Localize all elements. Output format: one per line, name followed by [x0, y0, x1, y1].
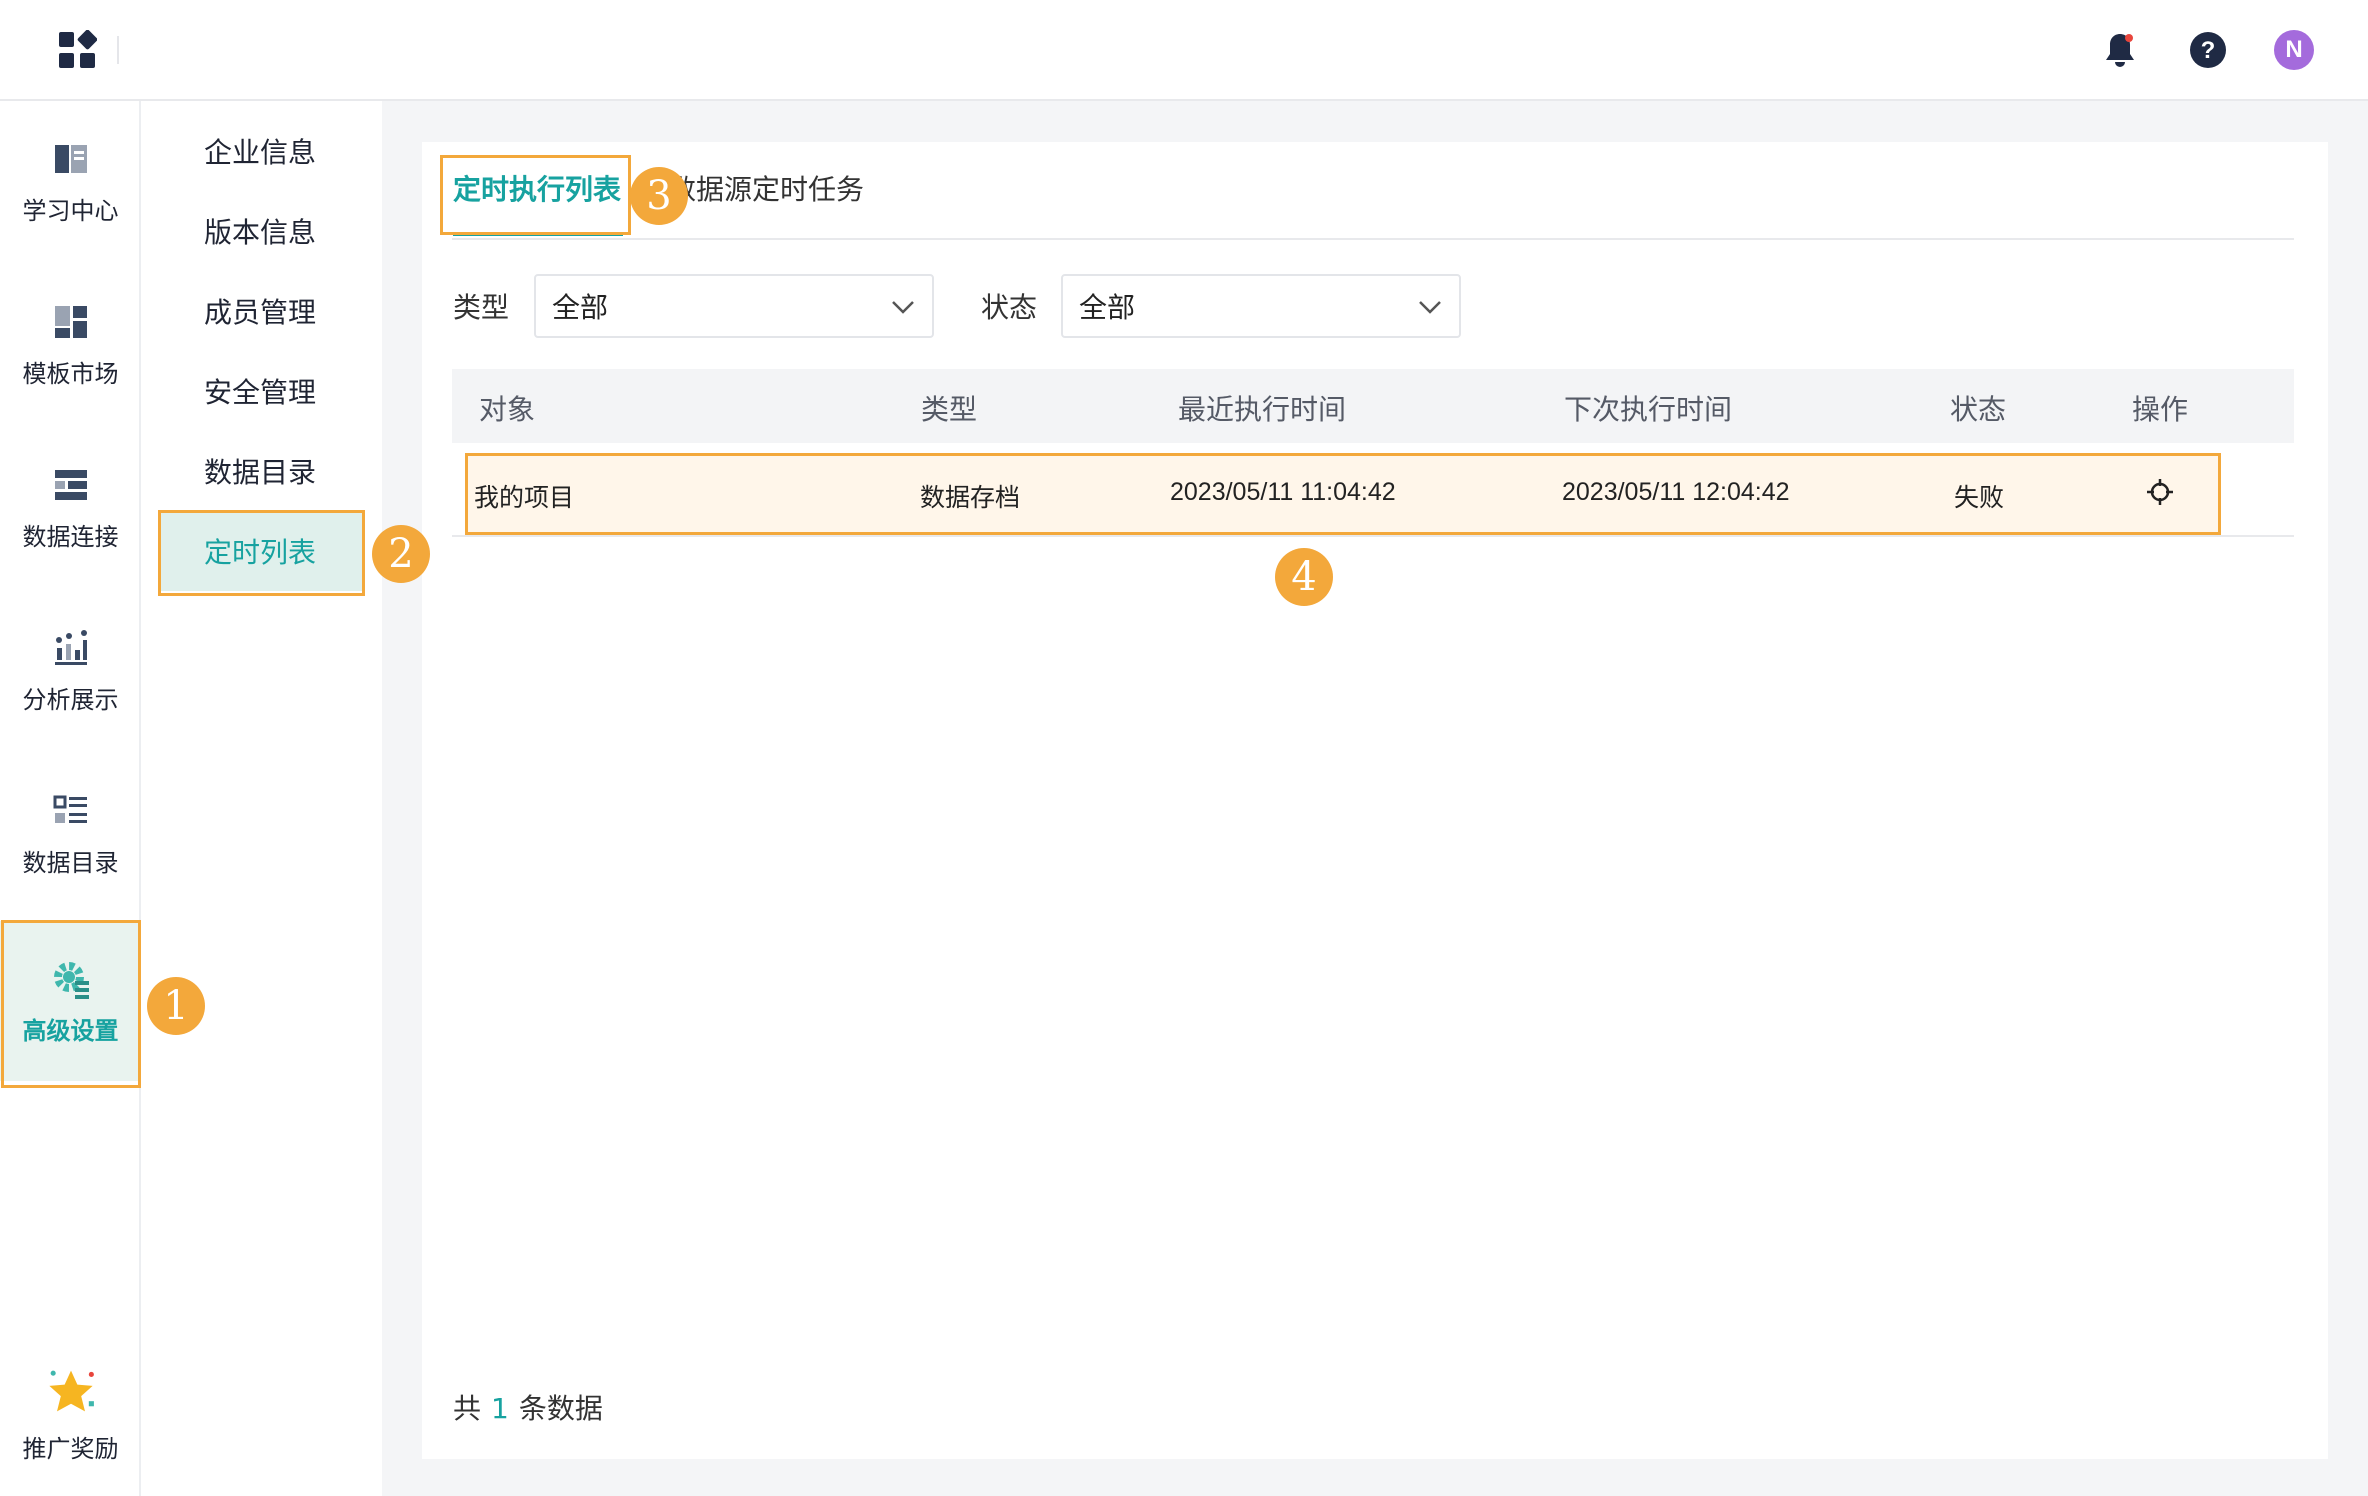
row-object: 我的项目: [474, 484, 575, 512]
column-header-status: 状态: [1950, 393, 2007, 426]
row-divider: [452, 535, 2294, 537]
nav-item-data-connection[interactable]: 数据连接: [0, 427, 141, 587]
question-icon: ?: [2190, 32, 2226, 68]
bell-icon: [2106, 34, 2134, 67]
nav-item-template-market[interactable]: 模板市场: [0, 264, 141, 424]
step-badge-4: 4: [1275, 548, 1333, 606]
nav-item-advanced-settings[interactable]: 高级设置: [0, 921, 141, 1081]
submenu-item-member-management[interactable]: 成员管理: [158, 271, 362, 351]
type-filter-label: 类型: [453, 291, 510, 324]
nav-item-learning-center[interactable]: 学习中心: [0, 101, 141, 261]
book-icon: [54, 144, 87, 173]
left-nav: 学习中心 模板市场 数据连接 分析展示 数据目录 高级设置 推广奖励: [0, 101, 141, 1496]
nav-item-data-catalog[interactable]: 数据目录: [0, 753, 141, 913]
help-button[interactable]: ?: [2186, 28, 2230, 72]
submenu-item-data-catalog[interactable]: 数据目录: [158, 431, 362, 511]
row-type: 数据存档: [920, 484, 1021, 512]
column-header-next-run: 下次执行时间: [1564, 393, 1733, 426]
submenu-item-company-info[interactable]: 企业信息: [158, 111, 362, 191]
status-select[interactable]: 全部: [1061, 274, 1461, 338]
chart-icon: [54, 629, 87, 665]
content-panel: [422, 142, 2328, 1459]
column-header-object: 对象: [479, 393, 536, 426]
table-header: [452, 369, 2294, 443]
nav-item-analysis[interactable]: 分析展示: [0, 590, 141, 750]
type-select-value: 全部: [552, 291, 609, 324]
top-bar: ? N: [0, 0, 2368, 101]
gear-icon: [53, 961, 89, 999]
nav-label: 学习中心: [22, 196, 119, 225]
nav-label: 模板市场: [22, 359, 119, 388]
column-header-type: 类型: [921, 393, 978, 426]
total-suffix: 条数据: [518, 1392, 603, 1425]
step-badge-1: 1: [147, 977, 205, 1035]
avatar[interactable]: N: [2274, 30, 2314, 70]
step-badge-3: 3: [630, 167, 688, 225]
logo-divider: [117, 36, 119, 64]
row-status: 失败: [1954, 484, 2005, 512]
svg-text:?: ?: [2201, 37, 2216, 64]
submenu-item-schedule-list[interactable]: 定时列表: [158, 511, 362, 591]
tab-schedule-execution-list[interactable]: 定时执行列表: [453, 168, 621, 208]
star-icon: [48, 1370, 94, 1411]
submenu-item-version-info[interactable]: 版本信息: [158, 191, 362, 271]
data-connect-icon: [54, 469, 87, 500]
row-last-run: 2023/05/11 11:04:42: [1170, 478, 1396, 506]
catalog-icon: [53, 795, 87, 823]
settings-submenu: 企业信息 版本信息 成员管理 安全管理 数据目录 定时列表: [141, 101, 382, 1496]
nav-label: 推广奖励: [22, 1434, 119, 1463]
status-select-value: 全部: [1079, 291, 1136, 324]
status-filter-label: 状态: [981, 291, 1038, 324]
type-select[interactable]: 全部: [534, 274, 934, 338]
tab-datasource-schedule[interactable]: 数据源定时任务: [668, 168, 864, 208]
locate-icon[interactable]: [2146, 478, 2174, 506]
column-header-last-run: 最近执行时间: [1178, 393, 1347, 426]
nav-label: 数据目录: [22, 848, 119, 877]
column-header-action: 操作: [2132, 393, 2189, 426]
submenu-item-security-management[interactable]: 安全管理: [158, 351, 362, 431]
chevron-down-icon: [892, 301, 914, 314]
app-grid-icon[interactable]: [57, 30, 97, 70]
total-prefix: 共: [453, 1392, 482, 1425]
notification-button[interactable]: [2098, 28, 2142, 72]
pagination-summary: 共 1 条数据: [453, 1387, 603, 1427]
total-count: 1: [491, 1392, 509, 1425]
chevron-down-icon: [1419, 301, 1441, 314]
nav-label: 高级设置: [22, 1016, 119, 1045]
tabs-divider: [452, 238, 2294, 240]
nav-item-promotion-reward[interactable]: 推广奖励: [0, 1333, 141, 1493]
row-next-run: 2023/05/11 12:04:42: [1562, 478, 1790, 506]
tab-active-indicator: [453, 232, 623, 236]
nav-label: 分析展示: [22, 685, 119, 714]
template-icon: [54, 305, 87, 338]
step-badge-2: 2: [372, 525, 430, 583]
nav-label: 数据连接: [22, 522, 119, 551]
